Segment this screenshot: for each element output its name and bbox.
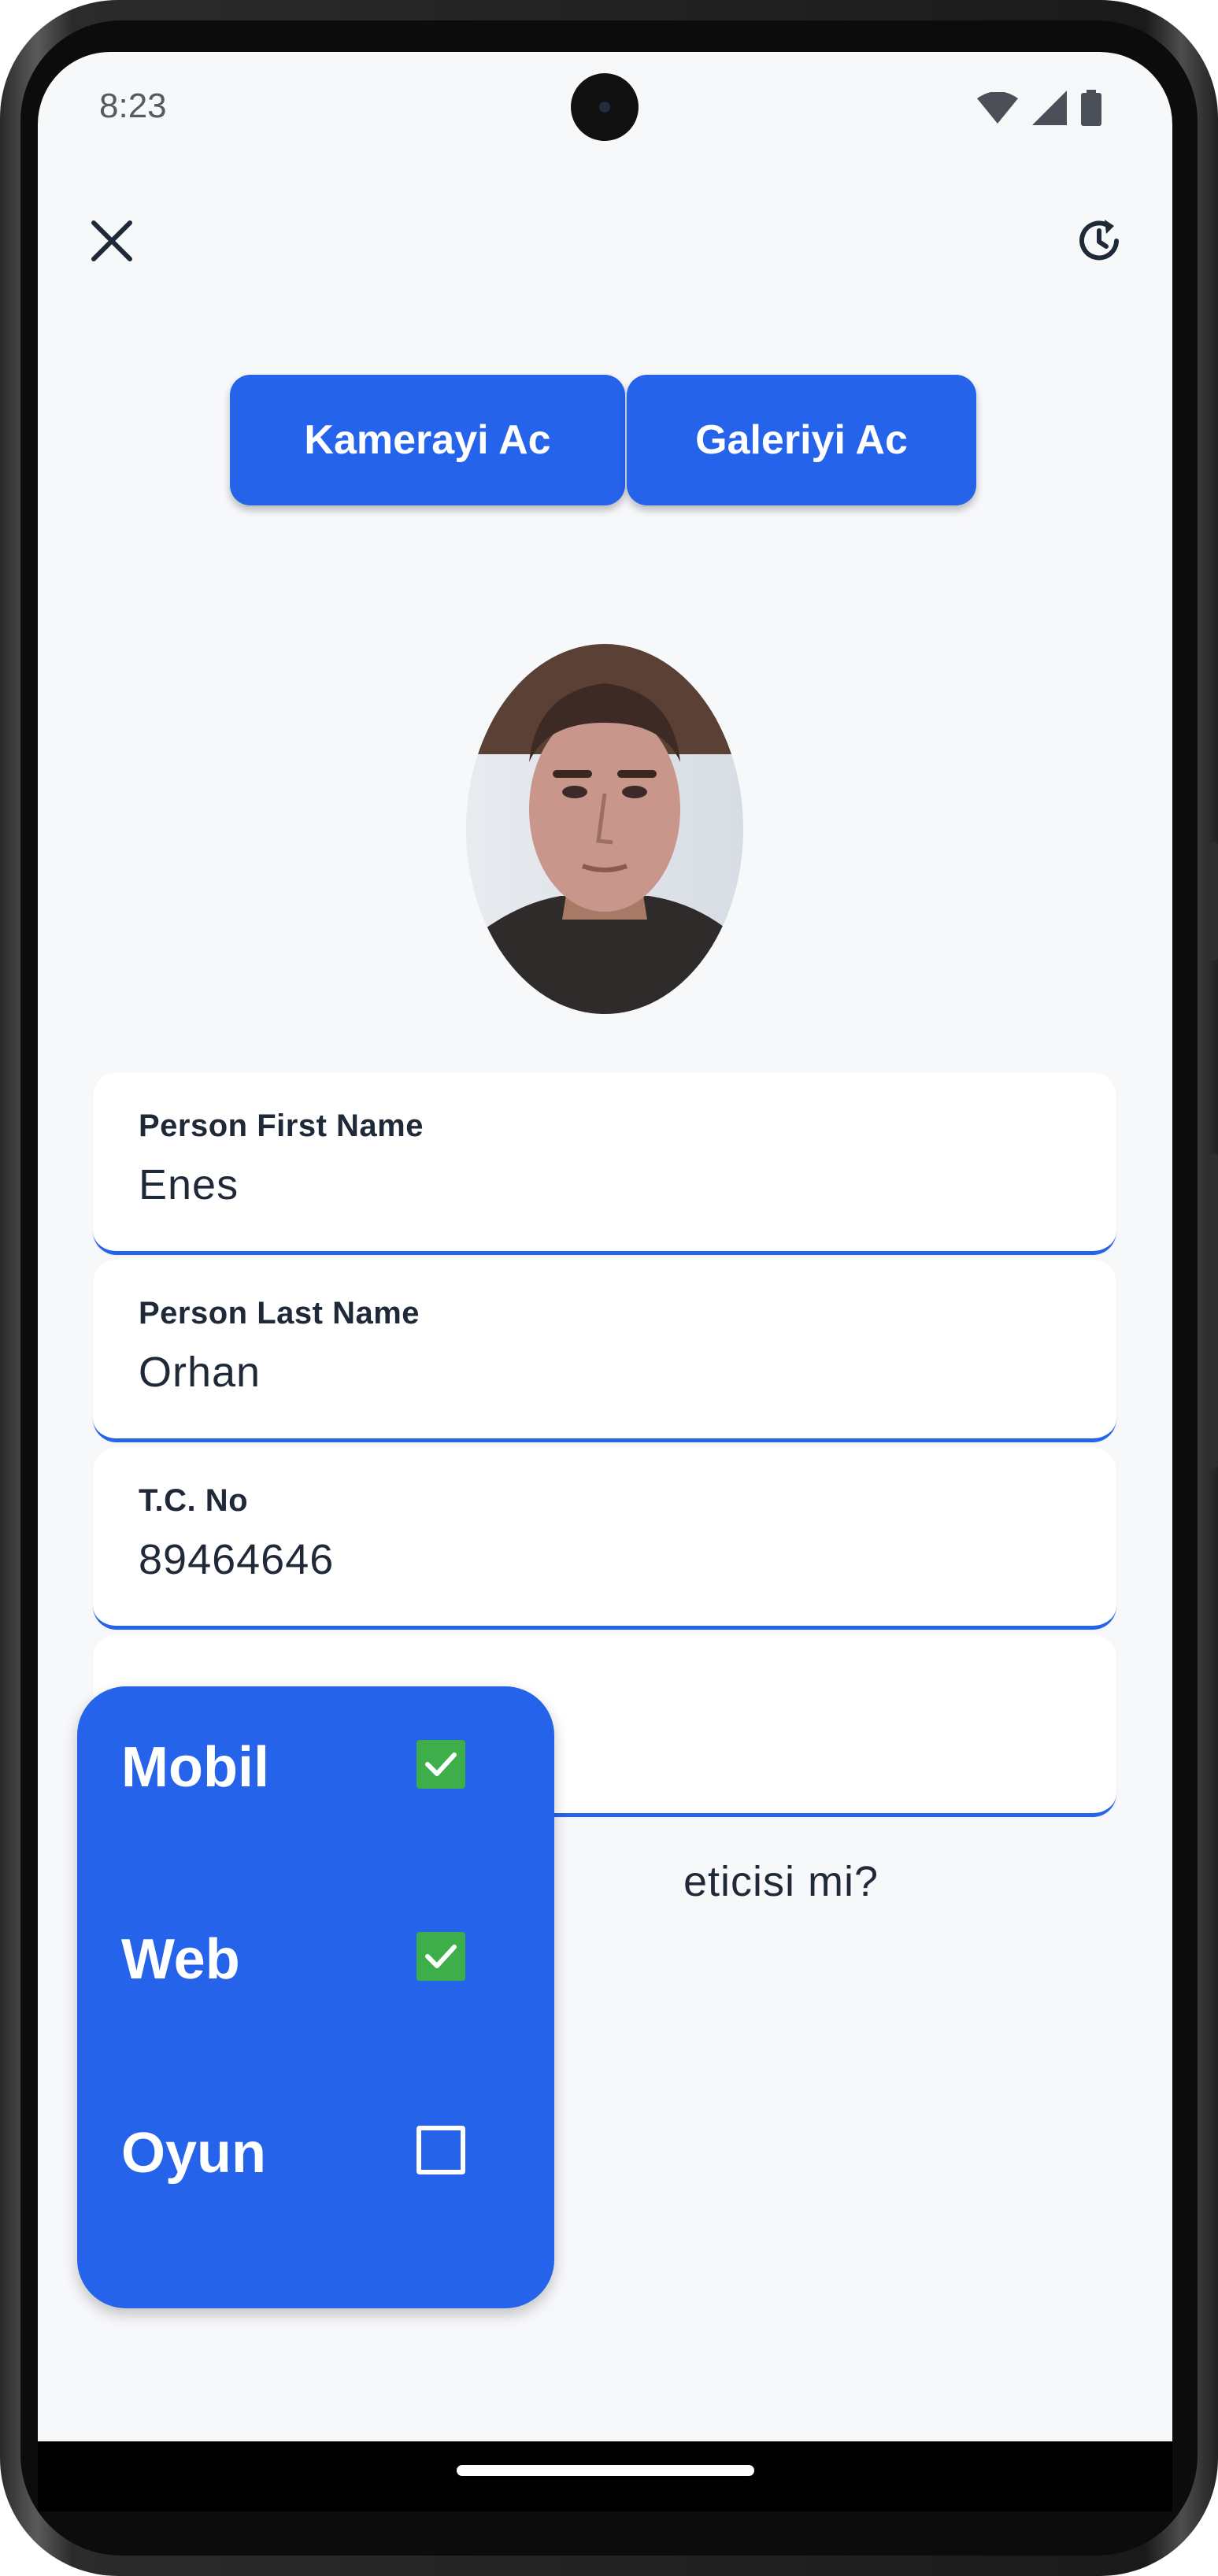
menu-item-label: Oyun bbox=[121, 2122, 267, 2185]
menu-item-label: Web bbox=[121, 1928, 240, 1991]
tc-no-label: T.C. No bbox=[139, 1483, 249, 1518]
navigation-bar bbox=[38, 2441, 1172, 2511]
first-name-field[interactable]: Person First Name Enes bbox=[93, 1072, 1116, 1255]
status-bar: 8:23 bbox=[38, 52, 1172, 170]
app-screen: 8:23 Kamerayi Ac Galeriyi Ac Person Firs… bbox=[38, 52, 1172, 2511]
phone-frame: 8:23 Kamerayi Ac Galeriyi Ac Person Firs… bbox=[0, 0, 1218, 2576]
checkmark-icon bbox=[425, 1945, 457, 1968]
close-icon bbox=[91, 220, 133, 266]
close-button[interactable] bbox=[74, 205, 150, 280]
last-name-label: Person Last Name bbox=[139, 1296, 420, 1331]
status-icons bbox=[977, 90, 1101, 130]
profile-photo[interactable] bbox=[466, 644, 743, 1014]
cell-signal-icon bbox=[1032, 91, 1067, 129]
last-name-field[interactable]: Person Last Name Orhan bbox=[93, 1260, 1116, 1442]
menu-item-label: Mobil bbox=[121, 1736, 269, 1799]
open-gallery-button[interactable]: Galeriyi Ac bbox=[627, 375, 976, 505]
first-name-value: Enes bbox=[139, 1161, 239, 1208]
history-button[interactable] bbox=[1061, 205, 1137, 280]
wifi-icon bbox=[977, 91, 1018, 128]
front-camera bbox=[571, 73, 639, 141]
volume-button bbox=[1209, 842, 1218, 960]
battery-icon bbox=[1081, 90, 1101, 130]
web-checkbox[interactable] bbox=[416, 1932, 465, 1981]
open-camera-button[interactable]: Kamerayi Ac bbox=[230, 375, 625, 505]
image-source-buttons: Kamerayi Ac Galeriyi Ac bbox=[230, 375, 976, 505]
status-time: 8:23 bbox=[99, 87, 167, 125]
mobil-checkbox[interactable] bbox=[416, 1740, 465, 1789]
tc-no-value: 89464646 bbox=[139, 1536, 335, 1583]
oyun-checkbox[interactable] bbox=[416, 2126, 465, 2174]
last-name-value: Orhan bbox=[139, 1349, 261, 1396]
tc-no-field[interactable]: T.C. No 89464646 bbox=[93, 1447, 1116, 1630]
checkmark-icon bbox=[425, 1752, 457, 1776]
menu-item-mobil[interactable]: Mobil bbox=[77, 1686, 554, 1844]
home-gesture-handle[interactable] bbox=[457, 2465, 754, 2476]
power-button bbox=[1209, 1153, 1218, 1468]
menu-item-oyun[interactable]: Oyun bbox=[77, 2072, 554, 2230]
history-refresh-icon bbox=[1073, 215, 1125, 271]
first-name-label: Person First Name bbox=[139, 1108, 424, 1143]
menu-item-web[interactable]: Web bbox=[77, 1878, 554, 2036]
skill-popup-menu: Mobil Web Oyun bbox=[77, 1686, 554, 2308]
question-visible-text: eticisi mi? bbox=[683, 1858, 879, 1905]
